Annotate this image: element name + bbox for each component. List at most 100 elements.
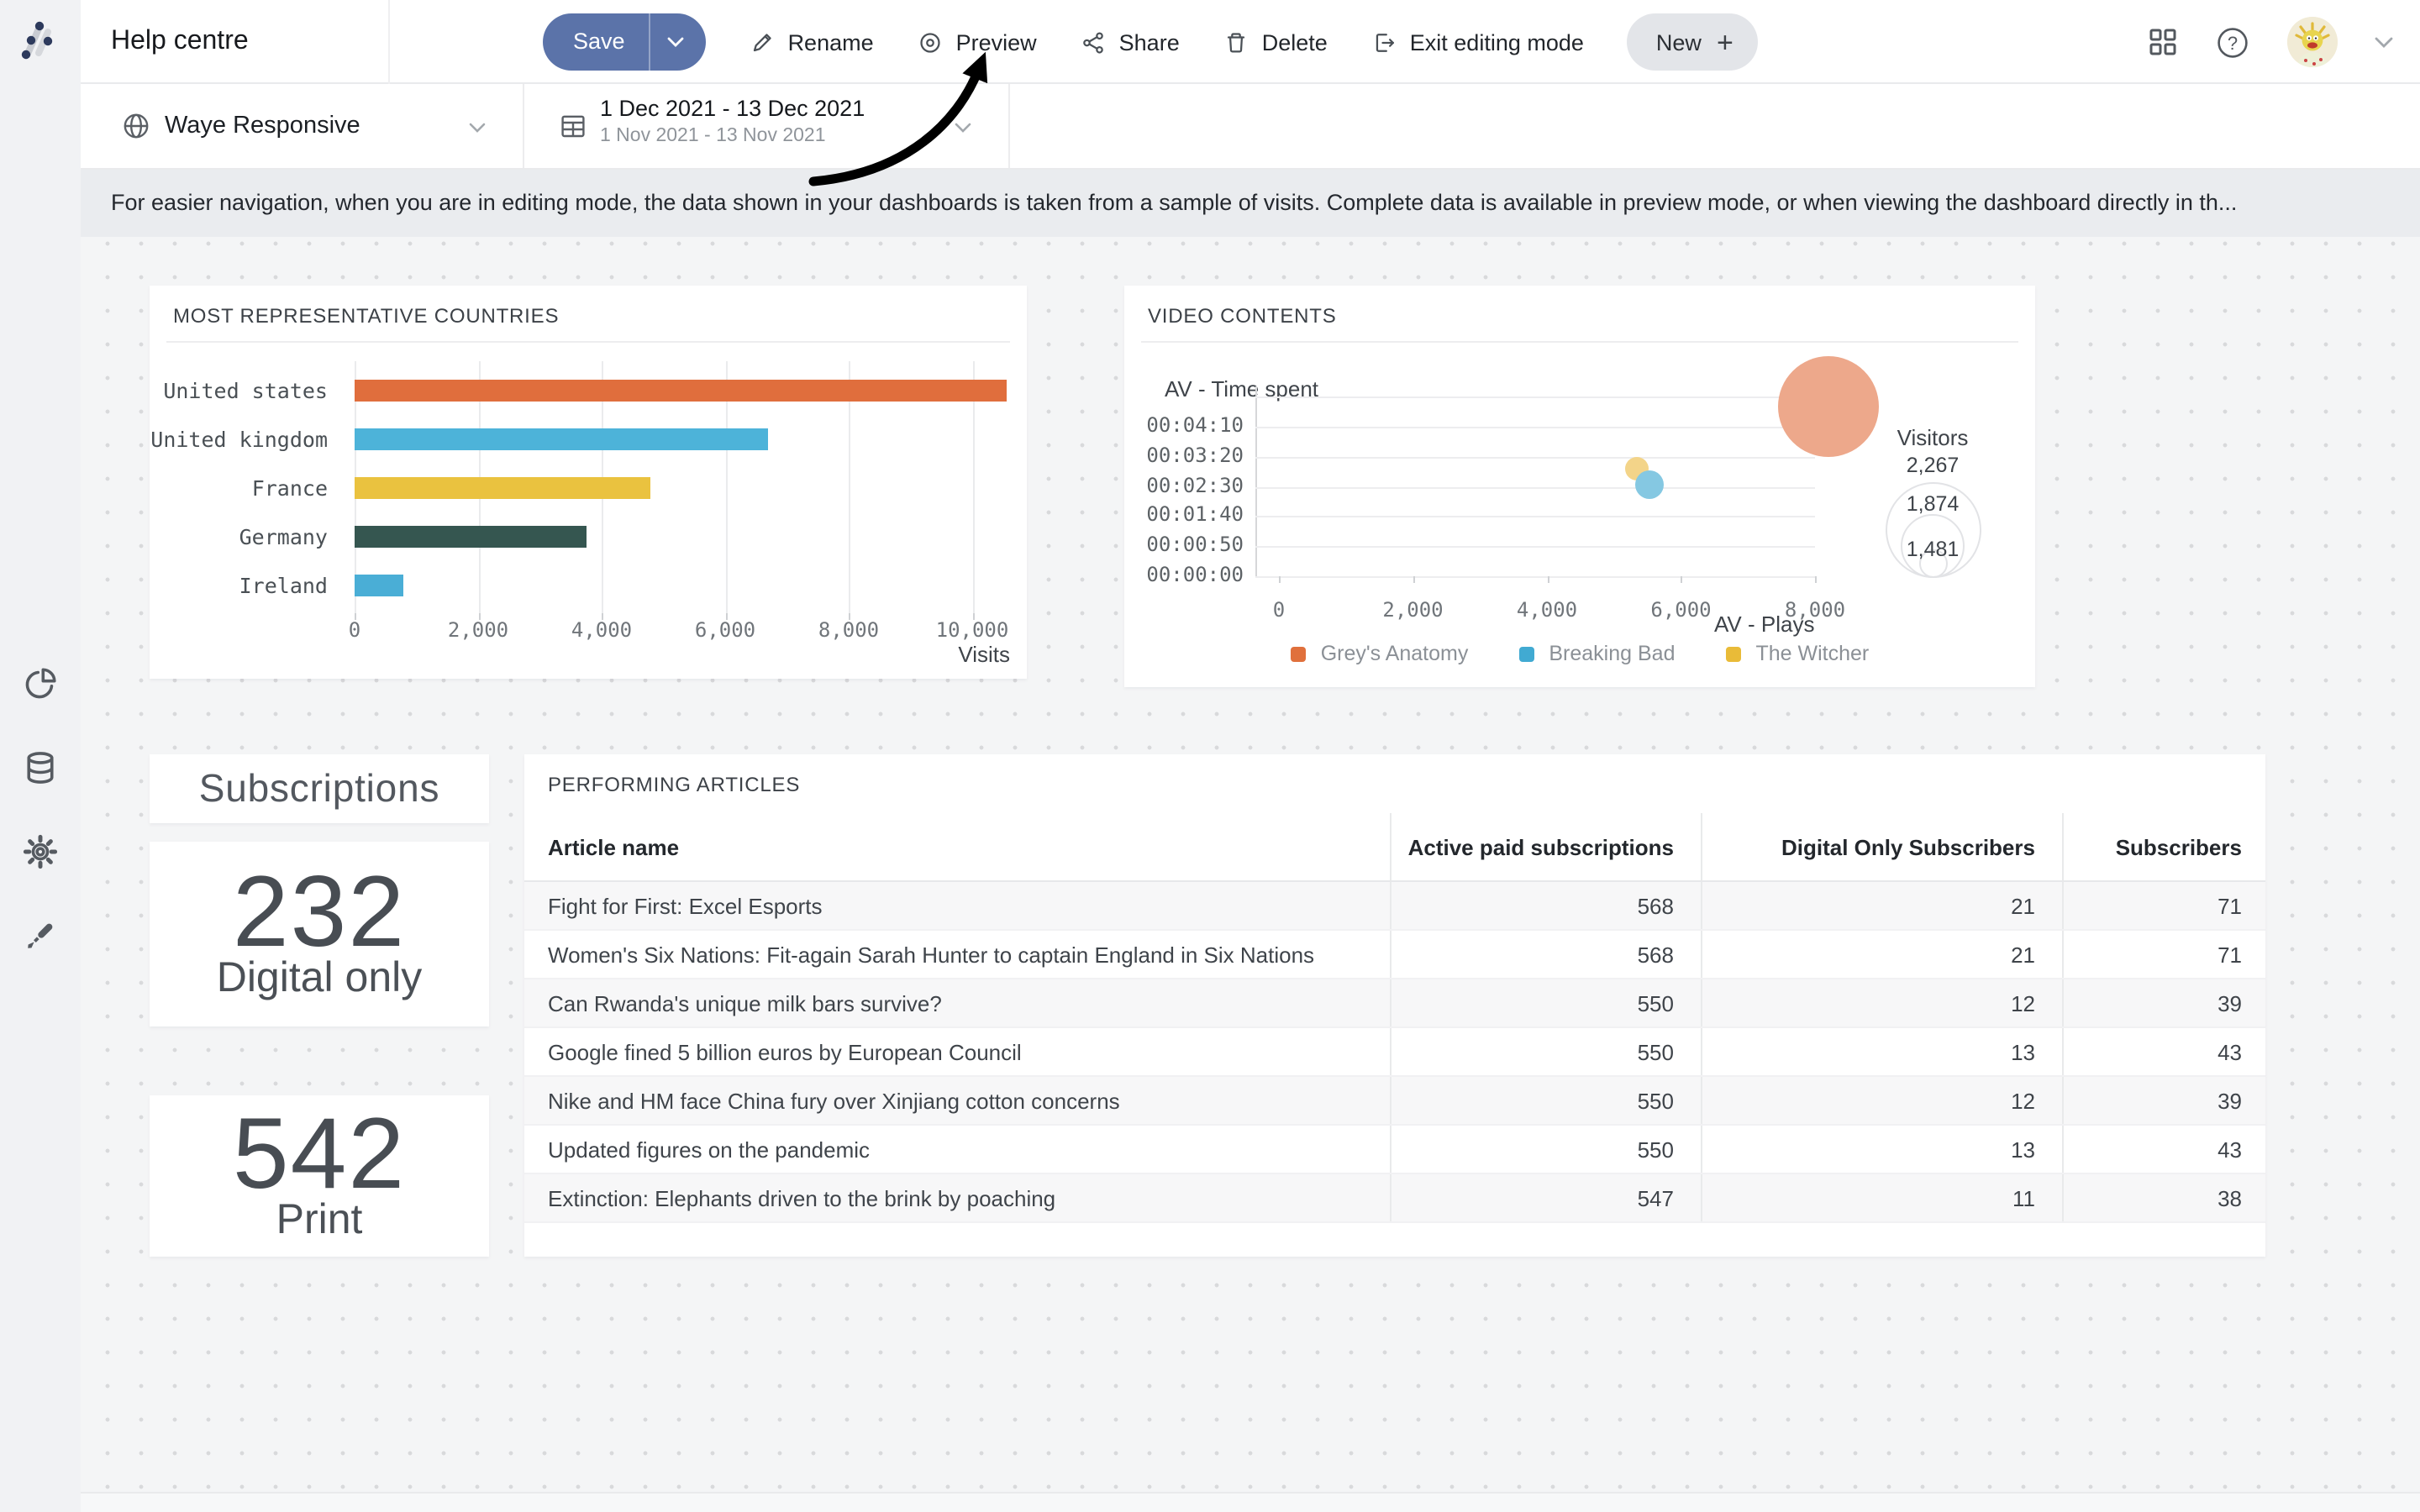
new-dashboard-button[interactable]: New + [1628, 13, 1759, 71]
share-button[interactable]: Share [1081, 29, 1180, 55]
rename-button[interactable]: Rename [750, 29, 874, 55]
size-legend-value: 1,874 [1865, 492, 2000, 516]
x-tick-label: 0 [296, 618, 413, 642]
column-header[interactable]: Digital Only Subscribers [1701, 813, 2062, 880]
countries-widget: MOST REPRESENTATIVE COUNTRIES 02,0004,00… [150, 286, 1027, 679]
exit-editing-mode-button[interactable]: Exit editing mode [1371, 29, 1584, 55]
metric-cell: 550 [1390, 1126, 1701, 1173]
x-tick-label: 8,000 [790, 618, 908, 642]
account-chevron-down-icon[interactable] [2375, 36, 2393, 48]
metric-cell: 550 [1390, 979, 1701, 1026]
metric-cell: 12 [1701, 979, 2062, 1026]
column-header[interactable]: Active paid subscriptions [1390, 813, 1701, 880]
date-range-selector[interactable]: 1 Dec 2021 - 13 Dec 2021 1 Nov 2021 - 13… [524, 84, 1010, 168]
preview-button[interactable]: Preview [918, 29, 1037, 55]
gridline [1255, 486, 1815, 488]
dashboard-app: Help centre Save Rename Preview Share [0, 0, 2420, 1512]
y-tick-label: 00:04:10 [1124, 413, 1244, 437]
tick [1547, 576, 1549, 583]
legend-item[interactable]: The Witcher [1726, 642, 1870, 665]
table-row: Nike and HM face China fury over Xinjian… [524, 1077, 2265, 1126]
tick [1681, 576, 1683, 583]
table-row: Women's Six Nations: Fit-again Sarah Hun… [524, 931, 2265, 979]
gridline [1255, 517, 1815, 518]
exit-label: Exit editing mode [1410, 29, 1584, 55]
context-bar: Waye Responsive 1 Dec 2021 - 13 Dec 2021… [81, 84, 2420, 170]
x-tick-label: 6,000 [666, 618, 784, 642]
legend-label: Grey's Anatomy [1321, 642, 1469, 665]
metric-cell: 11 [1701, 1174, 2062, 1221]
exit-icon [1371, 29, 1397, 55]
bottom-scroll-strip[interactable] [81, 1492, 2420, 1512]
page-title: Help centre [111, 0, 249, 84]
x-tick-label: 2,000 [419, 618, 537, 642]
size-legend-value: 2,267 [1865, 454, 2000, 477]
video-bubble-chart: 00:00:0000:00:5000:01:4000:02:3000:03:20… [1124, 286, 2035, 687]
help-icon[interactable]: ? [2215, 24, 2250, 60]
save-dropdown-caret[interactable] [650, 37, 706, 47]
globe-icon [121, 111, 151, 141]
data-bubble [1635, 470, 1664, 499]
x-tick-label: 4,000 [543, 618, 660, 642]
metric-cell: 43 [2062, 1028, 2265, 1075]
apps-grid-icon[interactable] [2148, 27, 2178, 57]
article-name-cell: Updated figures on the pandemic [524, 1126, 1390, 1173]
gridline [1255, 427, 1815, 428]
gridline [1255, 576, 1815, 578]
pencil-icon [750, 29, 775, 55]
topbar: Help centre Save Rename Preview Share [81, 0, 2420, 84]
delete-button[interactable]: Delete [1223, 29, 1328, 55]
column-header[interactable]: Article name [524, 813, 1390, 880]
metric-cell: 547 [1390, 1174, 1701, 1221]
new-label: New [1656, 29, 1702, 55]
article-name-cell: Google fined 5 billion euros by European… [524, 1028, 1390, 1075]
table-row: Fight for First: Excel Esports5682171 [524, 882, 2265, 931]
eyedropper-icon[interactable] [22, 917, 59, 954]
tick [1413, 576, 1415, 583]
articles-table-header: Article nameActive paid subscriptionsDig… [524, 813, 2265, 882]
table-row: Google fined 5 billion euros by European… [524, 1028, 2265, 1077]
legend-item[interactable]: Grey's Anatomy [1291, 642, 1469, 665]
subscriptions-widget: Subscriptions [150, 754, 489, 823]
article-name-cell: Can Rwanda's unique milk bars survive? [524, 979, 1390, 1026]
metric-cell: 21 [1701, 882, 2062, 929]
pie-chart-icon[interactable] [22, 665, 59, 702]
performing-articles-widget: PERFORMING ARTICLES Article nameActive p… [524, 754, 2265, 1257]
legend-item[interactable]: Breaking Bad [1518, 642, 1675, 665]
metric-cell: 39 [2062, 1077, 2265, 1124]
metric-cell: 568 [1390, 931, 1701, 978]
gridline [1255, 457, 1815, 459]
kpi-digital-only-label: Digital only [217, 953, 423, 1002]
y-tick-label: 00:00:50 [1124, 533, 1244, 556]
sidebar [0, 0, 81, 1512]
user-avatar[interactable] [2287, 17, 2338, 67]
y-tick-label: 00:03:20 [1124, 444, 1244, 467]
table-row: Updated figures on the pandemic5501343 [524, 1126, 2265, 1174]
tick [1279, 576, 1281, 583]
bar [355, 428, 768, 450]
y-tick-label: 00:00:00 [1124, 563, 1244, 586]
video-xaxis-label: AV - Plays [1714, 612, 1814, 637]
article-name-cell: Nike and HM face China fury over Xinjian… [524, 1077, 1390, 1124]
date-range-primary: 1 Dec 2021 - 13 Dec 2021 [600, 96, 865, 121]
articles-widget-title: PERFORMING ARTICLES [548, 773, 800, 796]
metric-cell: 71 [2062, 882, 2265, 929]
database-icon[interactable] [22, 749, 59, 786]
bar [355, 477, 651, 499]
bar [355, 575, 404, 596]
legend-swatch [1291, 646, 1306, 661]
metric-cell: 550 [1390, 1077, 1701, 1124]
gridline [1255, 546, 1815, 548]
site-selector[interactable]: Waye Responsive [81, 84, 524, 168]
metric-cell: 43 [2062, 1126, 2265, 1173]
preview-eye-icon [918, 29, 943, 55]
article-name-cell: Fight for First: Excel Esports [524, 882, 1390, 929]
delete-label: Delete [1262, 29, 1328, 55]
metric-cell: 71 [2062, 931, 2265, 978]
settings-gear-icon[interactable] [22, 833, 59, 870]
date-chevron-down-icon [955, 123, 971, 133]
column-header[interactable]: Subscribers [2062, 813, 2265, 880]
save-button[interactable]: Save [543, 13, 706, 71]
x-tick-label: 10,000 [913, 618, 1031, 642]
countries-xaxis-label: Visits [958, 642, 1010, 667]
